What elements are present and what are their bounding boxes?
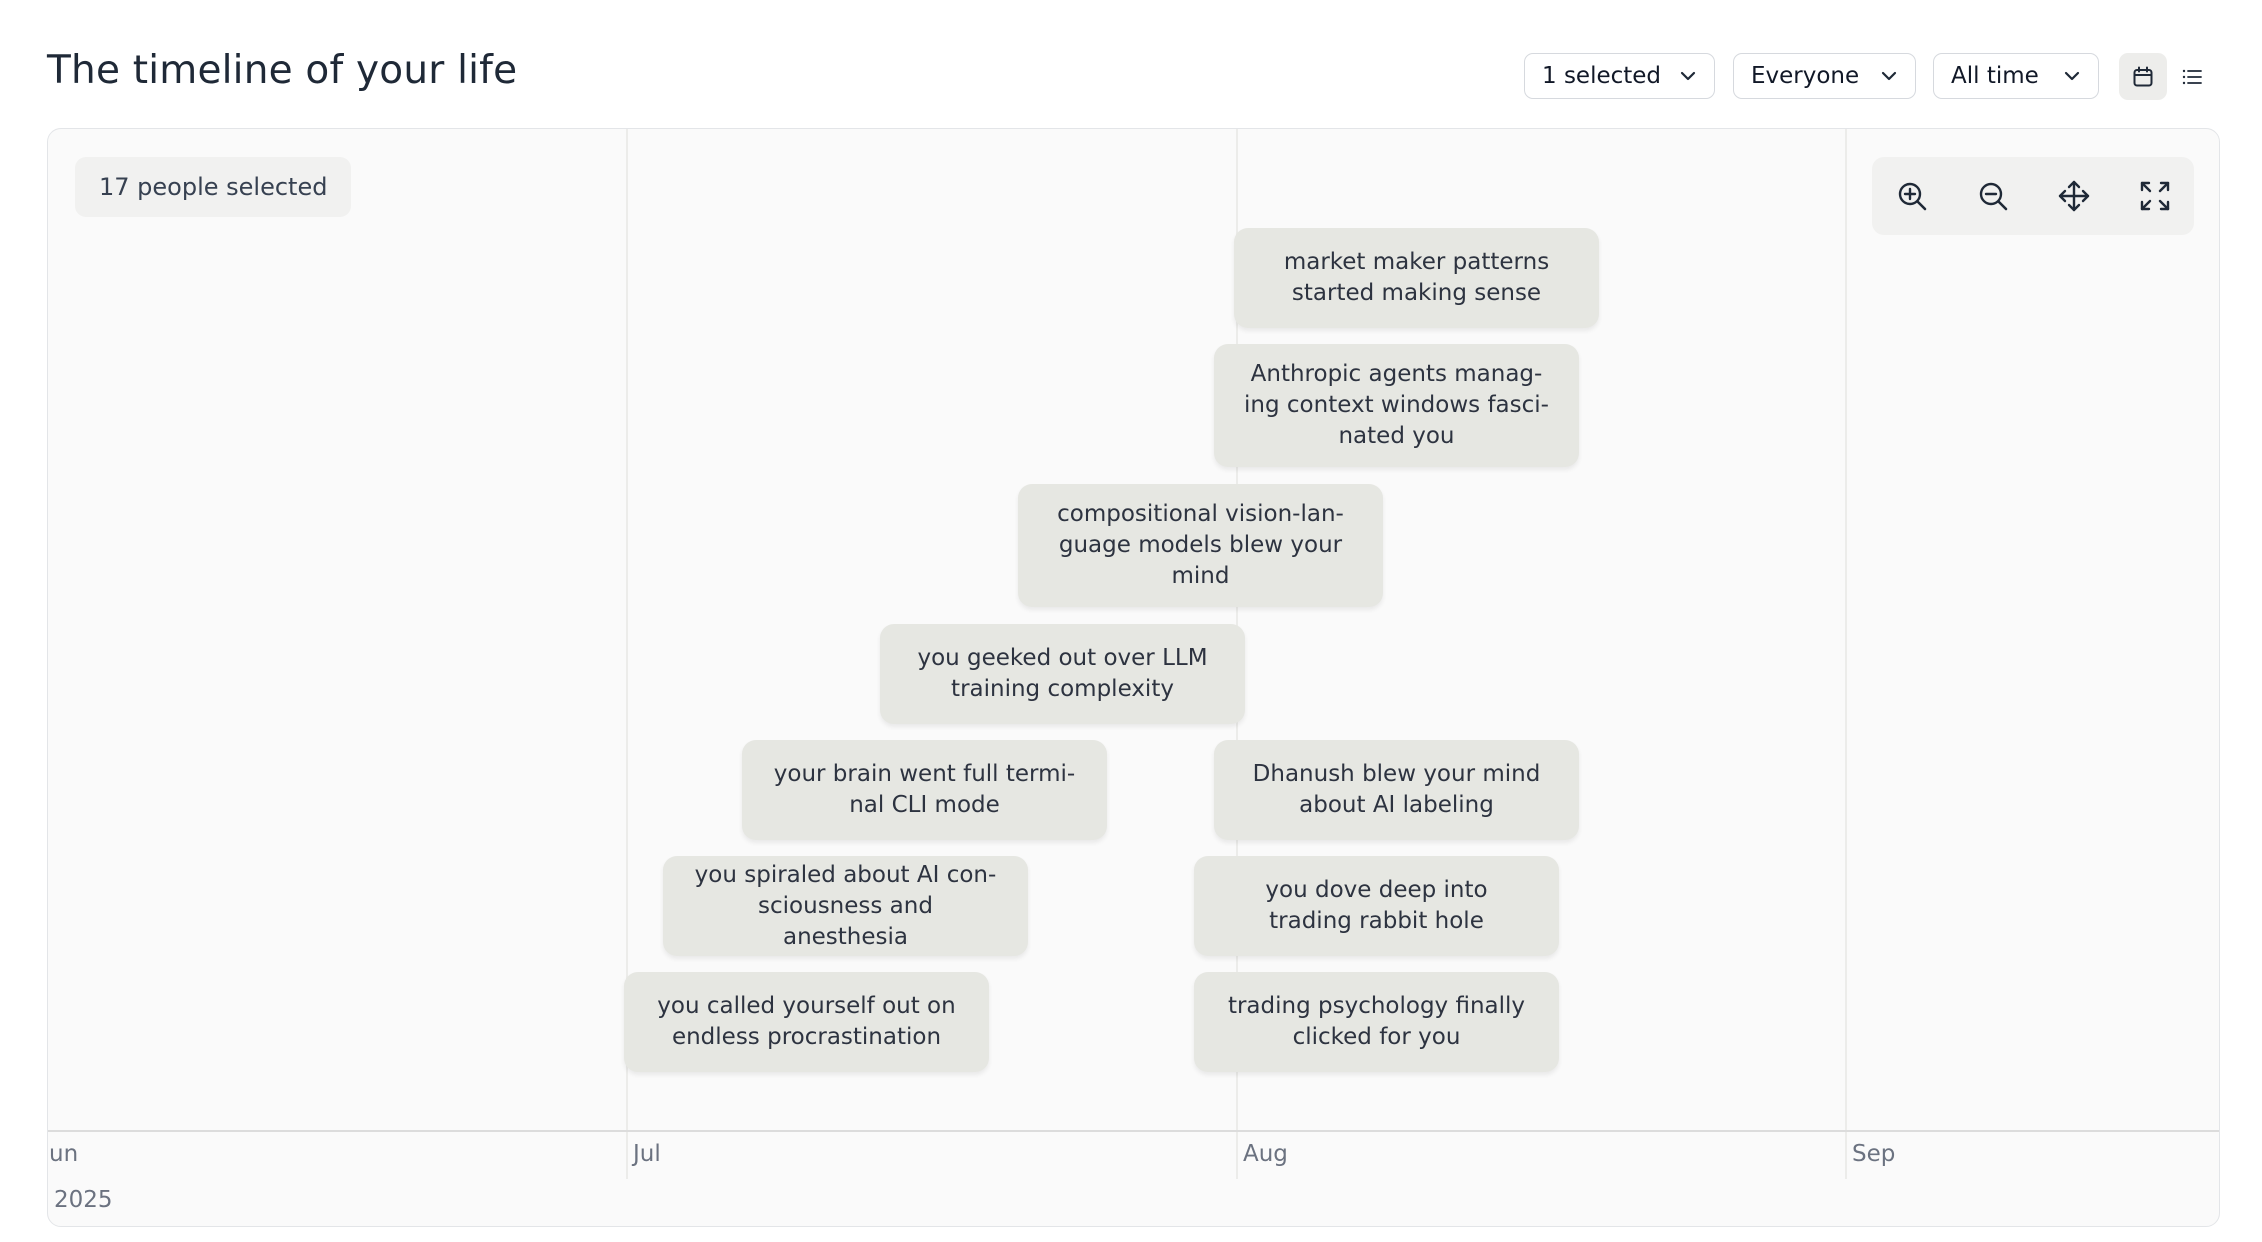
event-card-text: you dove deep into trading rabbit hole [1265, 877, 1488, 934]
audience-dropdown-label: Everyone [1751, 63, 1860, 89]
event-card-text: your brain went full termi­nal CLI mode [773, 761, 1076, 818]
month-label-jun: un [49, 1141, 79, 1167]
month-label-sep: Sep [1852, 1141, 1896, 1167]
selection-dropdown-label: 1 selected [1542, 63, 1662, 89]
event-card[interactable]: your brain went full termi­nal CLI mode [742, 740, 1107, 840]
event-card[interactable]: compositional vision-lan­guage models bl… [1018, 484, 1383, 607]
people-selected-badge: 17 people selected [75, 157, 352, 217]
calendar-icon [2133, 66, 2153, 86]
fullscreen-icon [2140, 181, 2170, 211]
event-card[interactable]: you called yourself out on endless procr… [624, 972, 989, 1072]
event-card-text: you geeked out over LLM training complex… [917, 645, 1208, 702]
chevron-down-icon [1881, 71, 1897, 81]
year-label: 2025 [54, 1187, 113, 1213]
fullscreen-button[interactable] [2131, 172, 2179, 220]
list-icon [2182, 69, 2202, 84]
event-card[interactable]: you geeked out over LLM training complex… [880, 624, 1245, 724]
event-card[interactable]: market maker patterns started making sen… [1234, 228, 1599, 328]
event-card-text: compositional vision-lan­guage models bl… [1057, 501, 1344, 589]
zoom-out-button[interactable] [1969, 172, 2017, 220]
event-card[interactable]: you dove deep into trading rabbit hole [1194, 856, 1559, 956]
event-card[interactable]: Dhanush blew your mind about AI labeling [1214, 740, 1579, 840]
event-card[interactable]: Anthropic agents manag­ing context windo… [1214, 344, 1579, 467]
event-card-text: you called yourself out on endless procr… [657, 993, 956, 1050]
time-axis [48, 1130, 2219, 1132]
period-dropdown[interactable]: All time [1933, 53, 2099, 99]
period-dropdown-label: All time [1951, 63, 2039, 89]
chevron-down-icon [2064, 71, 2080, 81]
zoom-in-button[interactable] [1888, 172, 1936, 220]
gridline-sep [1845, 129, 1847, 1179]
event-card-text: trading psychology finally clicked for y… [1227, 993, 1526, 1050]
timeline-canvas[interactable]: 17 people selected market maker patterns… [47, 128, 2220, 1227]
audience-dropdown[interactable]: Everyone [1733, 53, 1916, 99]
list-view-button[interactable] [2168, 53, 2216, 100]
event-card-text: market maker patterns started making sen… [1283, 249, 1550, 306]
map-controls [1872, 157, 2194, 235]
calendar-view-button[interactable] [2119, 53, 2167, 100]
chevron-down-icon [1680, 71, 1696, 81]
event-card[interactable]: you spiraled about AI con­sciousness and… [663, 856, 1028, 956]
event-card-text: you spiraled about AI con­sciousness and… [694, 861, 997, 950]
event-card-text: Dhanush blew your mind about AI labeling [1252, 761, 1541, 818]
move-icon [2058, 180, 2090, 212]
toolbar: 1 selected Everyone All time [0, 53, 2262, 100]
month-label-aug: Aug [1243, 1141, 1288, 1167]
zoom-out-icon [1979, 182, 2008, 211]
pan-button[interactable] [2050, 172, 2098, 220]
month-label-jul: Jul [633, 1141, 661, 1167]
zoom-in-icon [1898, 182, 1927, 211]
event-card-text: Anthropic agents manag­ing context windo… [1244, 361, 1549, 449]
event-card[interactable]: trading psychology finally clicked for y… [1194, 972, 1559, 1072]
selection-dropdown[interactable]: 1 selected [1524, 53, 1715, 99]
